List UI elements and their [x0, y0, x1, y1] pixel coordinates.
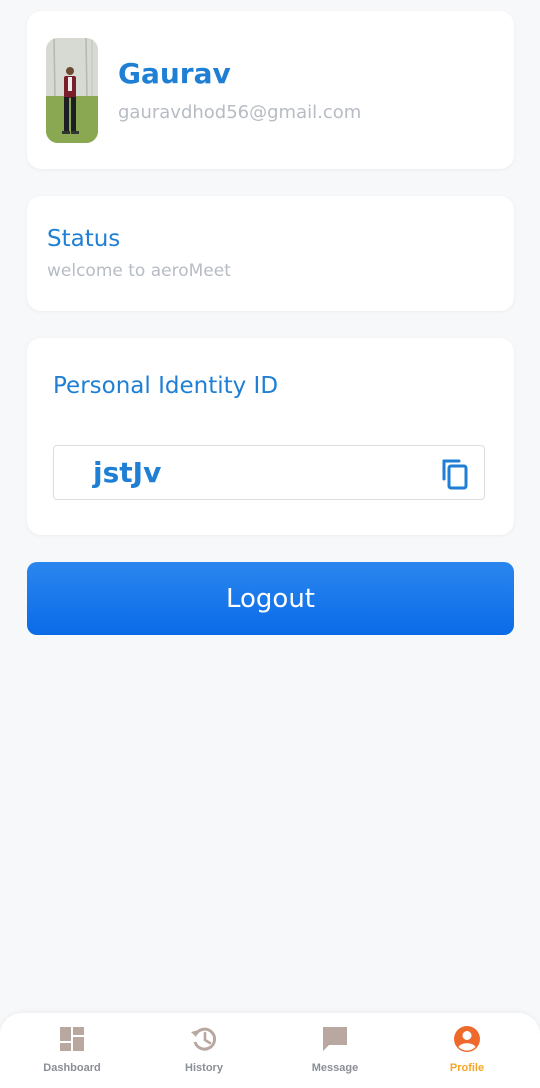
identity-title: Personal Identity ID — [53, 373, 279, 399]
nav-item-dashboard[interactable]: Dashboard — [6, 1013, 138, 1088]
nav-label-history: History — [185, 1062, 223, 1074]
user-photo-icon — [46, 38, 98, 143]
nav-label-profile: Profile — [449, 1062, 485, 1074]
nav-label-message: Message — [311, 1062, 359, 1074]
status-title: Status — [47, 226, 121, 252]
profile-icon — [454, 1026, 480, 1052]
status-card: Status welcome to aeroMeet — [27, 196, 514, 311]
profile-card: Gaurav gauravdhod56@gmail.com — [27, 11, 514, 169]
copy-icon — [442, 459, 468, 490]
nav-label-dashboard: Dashboard — [43, 1062, 101, 1074]
history-icon — [191, 1027, 217, 1051]
identity-id-value: jstJv — [93, 456, 162, 489]
logout-button[interactable]: Logout — [27, 562, 514, 635]
dashboard-icon — [60, 1027, 84, 1051]
identity-card: Personal Identity ID jstJv — [27, 338, 514, 535]
identity-id-field: jstJv — [53, 445, 485, 500]
copy-button[interactable] — [440, 458, 470, 490]
nav-item-message[interactable]: Message — [269, 1013, 401, 1088]
nav-item-profile[interactable]: Profile — [401, 1013, 533, 1088]
user-name: Gaurav — [118, 57, 231, 90]
avatar[interactable] — [46, 38, 98, 143]
user-email: gauravdhod56@gmail.com — [118, 102, 362, 123]
message-icon — [323, 1027, 347, 1051]
nav-item-history[interactable]: History — [138, 1013, 270, 1088]
status-text: welcome to aeroMeet — [47, 261, 231, 281]
bottom-nav: Dashboard History Message Profile — [0, 1013, 540, 1088]
